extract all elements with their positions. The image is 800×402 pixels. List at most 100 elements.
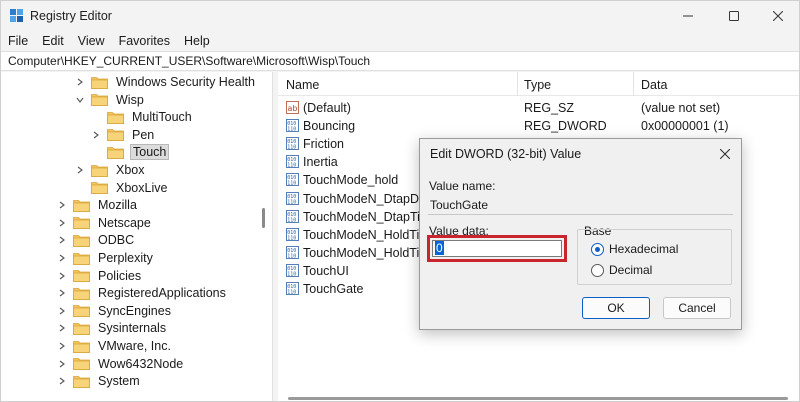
tree-item[interactable]: MultiTouch <box>91 108 194 126</box>
tree-item-label: SyncEngines <box>98 303 171 318</box>
tree-item[interactable]: Policies <box>57 267 143 285</box>
value-name: TouchModeN_DtapDist <box>303 191 432 206</box>
binary-value-icon: 010 110 <box>286 263 299 277</box>
tree-item[interactable]: RegisteredApplications <box>57 284 228 302</box>
list-item[interactable]: 010 110 Bouncing REG_DWORD 0x00000001 (1) <box>278 117 799 135</box>
menu-view[interactable]: View <box>78 34 105 48</box>
tree-item[interactable]: Windows Security Health <box>75 73 257 91</box>
tree-item-label: Touch <box>130 144 170 161</box>
tree-item[interactable]: ODBC <box>57 231 136 249</box>
column-data-header[interactable]: Data <box>641 78 667 92</box>
folder-icon <box>107 111 124 124</box>
tree-item[interactable]: Pen <box>91 126 156 144</box>
tree-item-label: VMware, Inc. <box>98 339 171 353</box>
svg-text:110: 110 <box>287 290 296 296</box>
column-divider[interactable] <box>517 72 518 96</box>
chevron-down-icon[interactable] <box>75 95 85 105</box>
edit-dword-dialog: Edit DWORD (32-bit) Value Value name: To… <box>419 138 742 330</box>
value-data-text: 0 <box>435 241 444 255</box>
list-horizontal-scrollbar[interactable] <box>288 397 788 400</box>
tree-item[interactable]: Wisp <box>75 91 146 109</box>
chevron-right-icon[interactable] <box>57 376 67 386</box>
tree-scrollbar[interactable] <box>262 208 265 228</box>
tree-item[interactable]: VMware, Inc. <box>57 337 173 355</box>
dialog-close-button[interactable] <box>716 145 734 163</box>
folder-icon <box>73 216 90 230</box>
chevron-right-icon[interactable] <box>57 218 67 228</box>
chevron-right-icon[interactable] <box>57 341 67 351</box>
ok-button[interactable]: OK <box>582 297 650 319</box>
minimize-button[interactable] <box>665 1 711 31</box>
binary-value-icon: 010 110 <box>286 155 299 169</box>
chevron-right-icon[interactable] <box>75 77 85 87</box>
menu-file[interactable]: File <box>8 34 28 48</box>
string-value-icon: ab <box>286 101 299 114</box>
radio-hexadecimal-label: Hexadecimal <box>609 242 679 256</box>
address-bar[interactable]: Computer\HKEY_CURRENT_USER\Software\Micr… <box>1 51 799 71</box>
folder-icon <box>73 375 90 388</box>
close-icon <box>720 149 730 159</box>
tree-item-label: Netscape <box>98 215 151 230</box>
list-item[interactable]: ab (Default) REG_SZ (value not set) <box>278 99 799 117</box>
tree-item[interactable]: Touch <box>91 143 170 161</box>
column-type-header[interactable]: Type <box>524 78 551 92</box>
chevron-right-icon[interactable] <box>57 306 67 316</box>
binary-value-icon: 010 110 <box>286 227 299 241</box>
tree-item-label: Wow6432Node <box>98 356 184 371</box>
value-name: TouchModeN_HoldTime <box>303 245 437 260</box>
dialog-title: Edit DWORD (32-bit) Value <box>430 147 582 161</box>
menu-help[interactable]: Help <box>184 34 210 48</box>
value-name-label: Value name: <box>429 179 496 193</box>
value-name: TouchUI <box>303 263 349 278</box>
tree-item[interactable]: Xbox <box>75 161 147 179</box>
value-name: Bouncing <box>303 119 356 134</box>
chevron-right-icon[interactable] <box>57 288 67 298</box>
value-name: TouchGate <box>303 282 364 296</box>
chevron-right-icon[interactable] <box>57 271 67 281</box>
tree-item[interactable]: Sysinternals <box>57 319 168 337</box>
close-icon <box>773 11 783 21</box>
tree-item[interactable]: Perplexity <box>57 249 155 267</box>
folder-icon <box>73 304 90 318</box>
folder-icon <box>73 252 90 265</box>
chevron-right-icon[interactable] <box>57 359 67 369</box>
value-data-input[interactable]: 0 <box>432 240 562 257</box>
tree-item[interactable]: Mozilla <box>57 196 139 214</box>
binary-value-icon: 010 110 <box>286 191 299 205</box>
value-data: 0x00000001 (1) <box>641 119 729 134</box>
tree-item[interactable]: System <box>57 372 142 390</box>
radio-hexadecimal[interactable]: Hexadecimal <box>591 242 678 256</box>
chevron-right-icon[interactable] <box>91 130 101 140</box>
chevron-right-icon[interactable] <box>57 253 67 263</box>
key-tree-pane[interactable]: Windows Security Health Wisp MultiTouch Pen… <box>1 72 273 401</box>
value-name: TouchModeN_DtapTime <box>303 209 438 224</box>
cancel-button[interactable]: Cancel <box>663 297 731 319</box>
tree-item[interactable]: SyncEngines <box>57 302 173 320</box>
binary-value-icon: 010 110 <box>286 282 299 296</box>
binary-value-icon: 010 110 <box>286 245 299 259</box>
menu-edit[interactable]: Edit <box>42 34 64 48</box>
chevron-right-icon[interactable] <box>57 200 67 210</box>
menu-favorites[interactable]: Favorites <box>119 34 170 48</box>
close-button[interactable] <box>755 1 799 31</box>
base-group: Hexadecimal Decimal <box>577 229 732 285</box>
column-divider[interactable] <box>633 72 634 96</box>
tree-item[interactable]: Wow6432Node <box>57 355 185 373</box>
tree-item-label: Perplexity <box>98 251 153 265</box>
chevron-right-icon[interactable] <box>57 323 67 333</box>
title-bar: Registry Editor <box>1 1 799 31</box>
chevron-right-icon[interactable] <box>75 165 85 175</box>
window-title: Registry Editor <box>30 9 112 23</box>
tree-item-label: Xbox <box>116 163 145 177</box>
tree-item[interactable]: XboxLive <box>75 179 169 197</box>
column-name-header[interactable]: Name <box>286 78 319 92</box>
folder-icon <box>91 164 108 177</box>
tree-item-label: Sysinternals <box>98 321 167 336</box>
svg-text:110: 110 <box>287 199 296 205</box>
maximize-button[interactable] <box>711 1 757 31</box>
tree-item[interactable]: Netscape <box>57 214 153 232</box>
radio-decimal[interactable]: Decimal <box>591 263 652 277</box>
chevron-right-icon[interactable] <box>57 235 67 245</box>
